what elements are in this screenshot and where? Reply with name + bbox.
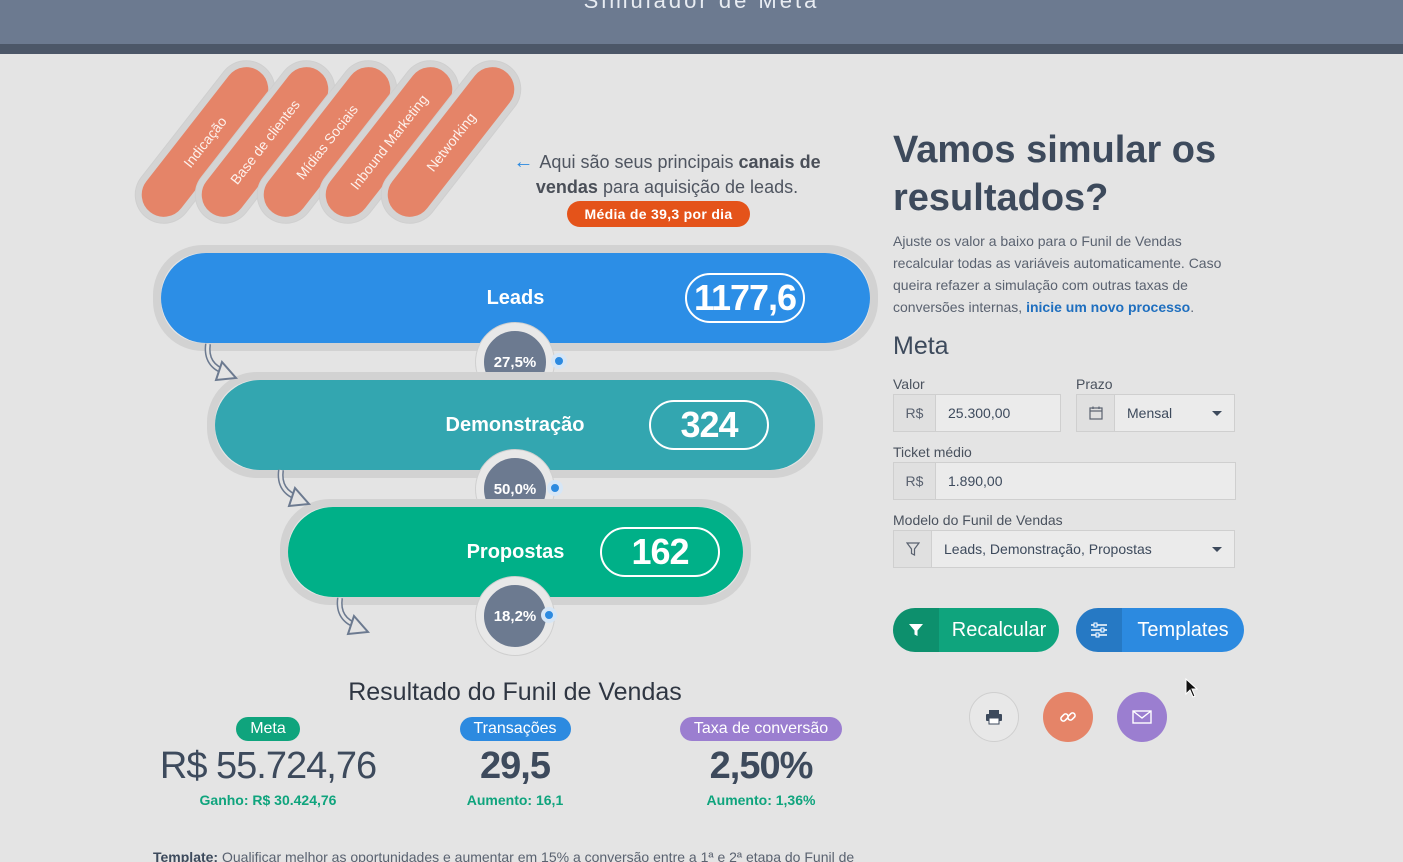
stage-value[interactable]: 162 xyxy=(600,527,720,577)
stage-value[interactable]: 1177,6 xyxy=(685,273,805,323)
rate-handle[interactable] xyxy=(547,480,563,496)
channel-label: Networking xyxy=(423,109,479,175)
prazo-select[interactable]: Mensal xyxy=(1076,394,1235,432)
templates-label: Templates xyxy=(1137,618,1229,641)
template-note: Template: Qualificar melhor as oportunid… xyxy=(153,849,873,862)
panel-description: Ajuste os valor a baixo para o Funil de … xyxy=(893,230,1233,318)
panel-description-end: . xyxy=(1190,299,1195,315)
valor-label: Valor xyxy=(893,376,925,392)
results-title: Resultado do Funil de Vendas xyxy=(348,678,682,706)
recalcular-label: Recalcular xyxy=(951,618,1047,641)
new-process-link[interactable]: inicie um novo processo xyxy=(1026,299,1190,315)
calendar-icon xyxy=(1077,395,1115,431)
curved-arrow-icon xyxy=(277,469,312,508)
panel-title: Vamos simular os resultados? xyxy=(893,129,1217,219)
channels-note-suffix: para aquisição de leads. xyxy=(597,177,799,197)
ticket-input[interactable]: 1.890,00 xyxy=(936,473,1235,489)
mouse-cursor-icon xyxy=(1185,678,1199,698)
meta-section-title: Meta xyxy=(893,332,949,360)
top-bar: Simulador de Meta xyxy=(0,0,1403,44)
modelo-value: Leads, Demonstração, Propostas xyxy=(944,541,1152,557)
metric-tag: Taxa de conversão xyxy=(679,717,843,741)
daily-average-badge: Média de 39,3 por dia xyxy=(567,201,750,227)
sliders-icon xyxy=(1076,608,1122,652)
metric-value: 29,5 xyxy=(480,745,551,787)
prazo-value: Mensal xyxy=(1127,405,1173,421)
template-note-text: Qualificar melhor as oportunidades e aum… xyxy=(218,849,855,862)
top-bar-divider xyxy=(0,44,1403,54)
email-button[interactable] xyxy=(1117,692,1167,742)
metric-transacoes: Transações 29,5 Aumento: 16,1 xyxy=(395,717,635,808)
template-note-label: Template: xyxy=(153,849,219,862)
metric-tag: Meta xyxy=(236,717,300,741)
modelo-select[interactable]: Leads, Demonstração, Propostas xyxy=(893,530,1235,568)
curved-arrow-icon xyxy=(204,343,239,382)
currency-addon: R$ xyxy=(894,463,936,499)
metric-gain: Aumento: 1,36% xyxy=(706,792,816,808)
share-link-button[interactable] xyxy=(1043,692,1093,742)
rate-handle[interactable] xyxy=(551,353,567,369)
print-button[interactable] xyxy=(969,692,1019,742)
metric-value: R$ 55.724,76 xyxy=(159,745,377,787)
ticket-field[interactable]: R$ 1.890,00 xyxy=(893,462,1236,500)
channels-note: ← Aqui são seus principais canais de vend… xyxy=(507,150,827,200)
metric-gain: Aumento: 16,1 xyxy=(466,792,564,808)
recalcular-button[interactable]: Recalcular xyxy=(893,608,1059,652)
ticket-label: Ticket médio xyxy=(893,444,972,460)
metric-gain: Ganho: R$ 30.424,76 xyxy=(199,792,337,808)
filter-icon xyxy=(894,531,932,567)
metric-tag: Transações xyxy=(459,717,571,741)
templates-button[interactable]: Templates xyxy=(1076,608,1244,652)
channels-note-prefix: Aqui são seus principais xyxy=(539,152,739,172)
chevron-down-icon xyxy=(1212,546,1222,552)
valor-field[interactable]: R$ 25.300,00 xyxy=(893,394,1061,432)
metric-taxa-conversao: Taxa de conversão 2,50% Aumento: 1,36% xyxy=(641,717,881,808)
stage-value[interactable]: 324 xyxy=(649,400,769,450)
modelo-label: Modelo do Funil de Vendas xyxy=(893,512,1063,528)
currency-addon: R$ xyxy=(894,395,936,431)
envelope-icon xyxy=(1132,710,1152,724)
valor-input[interactable]: 25.300,00 xyxy=(936,405,1060,421)
print-icon xyxy=(986,710,1002,725)
chevron-down-icon xyxy=(1212,410,1222,416)
arrow-left-icon: ← xyxy=(513,151,534,173)
rate-handle[interactable] xyxy=(541,607,557,623)
curved-arrow-icon xyxy=(336,597,371,636)
metric-meta: Meta R$ 55.724,76 Ganho: R$ 30.424,76 xyxy=(148,717,388,808)
link-icon xyxy=(1060,712,1076,722)
metric-value: 2,50% xyxy=(709,745,814,787)
filter-icon xyxy=(893,608,939,652)
page-title: Simulador de Meta xyxy=(583,0,820,13)
prazo-label: Prazo xyxy=(1076,376,1113,392)
